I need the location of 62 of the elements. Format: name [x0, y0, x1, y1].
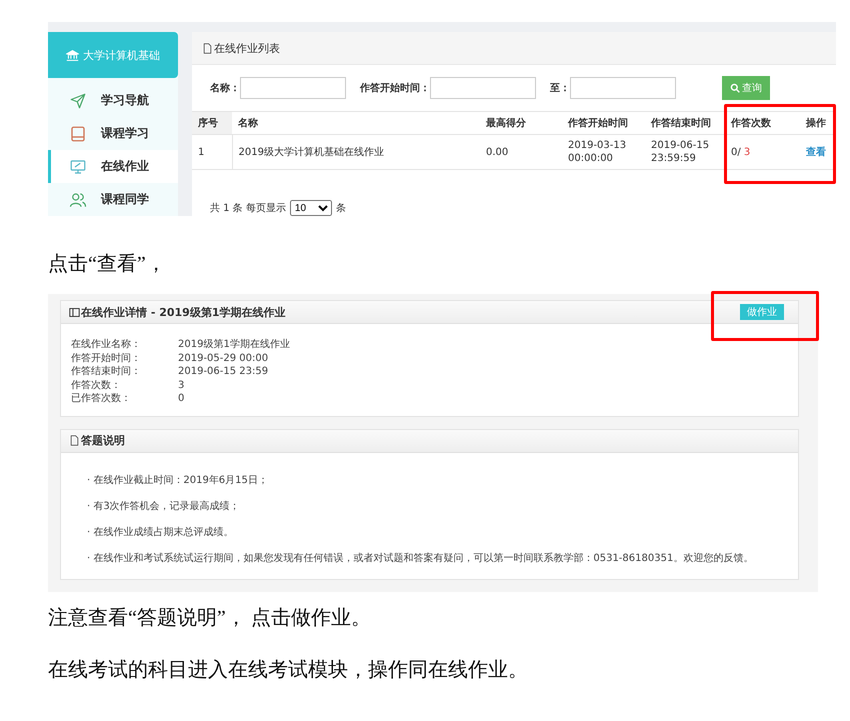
caption-text: 在线考试的科目进入在线考试模块，操作同在线作业。 — [48, 658, 529, 682]
nav-item[interactable]: 课程同学 — [48, 183, 178, 216]
panel-title: 答题说明 — [81, 433, 126, 448]
nav-label: 学习导航 — [101, 92, 149, 109]
instruction-text: · 在线作业截止时间：2019年6月15日； — [87, 474, 269, 486]
search-field[interactable] — [570, 77, 676, 99]
attempts-limit: 3 — [744, 146, 750, 158]
course-title: 大学计算机基础 — [83, 48, 160, 62]
panel-title: 在线作业详情 - 2019级第1学期在线作业 — [81, 304, 286, 320]
instruction-text: · 在线作业和考试系统试运行期间，如果您发现有任何错误，或者对试题和答案有疑问，可以第一时间联系教学部：0531-86180351。欢迎您的反馈。 — [87, 552, 754, 564]
page-size-dropdown[interactable]: 10 — [290, 200, 332, 216]
column-header: 作答结束时间 — [645, 112, 725, 134]
paper-plane-icon — [69, 92, 87, 110]
field-value: 3 — [178, 378, 186, 392]
caption-text: 注意查看“答题说明”， 点击做作业。 — [48, 606, 372, 630]
nav-item[interactable]: 课程学习 — [48, 117, 178, 150]
nav-item[interactable]: 学习导航 — [48, 84, 178, 117]
field-value: 2019-06-15 23:59 — [178, 365, 270, 378]
nav-label: 课程同学 — [101, 191, 149, 208]
view-link[interactable]: 查看 — [806, 146, 826, 158]
column-header: 作答开始时间 — [562, 112, 645, 134]
table-cell: 1 — [192, 134, 232, 170]
field-label: 在线作业名称： — [71, 338, 142, 352]
column-header: 作答次数 — [725, 112, 800, 134]
field-label: 作答次数： — [71, 378, 122, 392]
monitor-icon — [69, 158, 87, 176]
instruction-text: · 在线作业成绩占期末总评成绩。 — [87, 526, 234, 538]
table-cell: 2019-06-15 23:59:59 — [645, 134, 725, 170]
instruction-text: · 有3次作答机会，记录最高成绩； — [87, 500, 241, 512]
field-label: 作答开始时间： — [360, 82, 430, 95]
table-cell: 0.00 — [480, 134, 562, 170]
field-label: 作答开始时间： — [71, 352, 142, 365]
column-header: 名称 — [232, 112, 480, 134]
field-label: 至： — [550, 82, 570, 95]
panel-icon — [69, 306, 80, 318]
nav-label: 课程学习 — [101, 125, 149, 142]
field-label: 已作答次数： — [71, 392, 132, 406]
column-header: 序号 — [192, 112, 232, 134]
users-icon — [69, 190, 87, 208]
column-header: 最高得分 — [480, 112, 562, 134]
document-icon — [202, 42, 213, 54]
bank-icon — [66, 48, 79, 62]
attempts-used: 0/ — [731, 146, 741, 158]
column-header: 操作 — [800, 112, 836, 134]
field-value: 0 — [178, 392, 186, 406]
nav-item[interactable]: 在线作业 — [48, 150, 178, 183]
field-label: 名称： — [210, 82, 240, 95]
book-icon — [69, 124, 87, 142]
table-cell: 2019-03-13 00:00:00 — [562, 134, 645, 170]
search-field[interactable] — [430, 77, 536, 99]
pager-text: 共 1 条 每页显示 — [210, 202, 286, 215]
panel-title: 在线作业列表 — [214, 40, 280, 56]
field-label: 作答结束时间： — [71, 365, 142, 378]
document-icon — [69, 434, 80, 447]
nav-label: 在线作业 — [101, 158, 149, 175]
search-field[interactable] — [240, 77, 346, 99]
caption-text: 点击“查看”， — [48, 252, 167, 277]
field-value: 2019级第1学期在线作业 — [178, 338, 291, 352]
field-value: 2019-05-29 00:00 — [178, 352, 270, 365]
pager-text: 条 — [336, 202, 346, 215]
search-icon — [730, 83, 740, 93]
table-cell: 2019级大学计算机基础在线作业 — [232, 134, 480, 170]
